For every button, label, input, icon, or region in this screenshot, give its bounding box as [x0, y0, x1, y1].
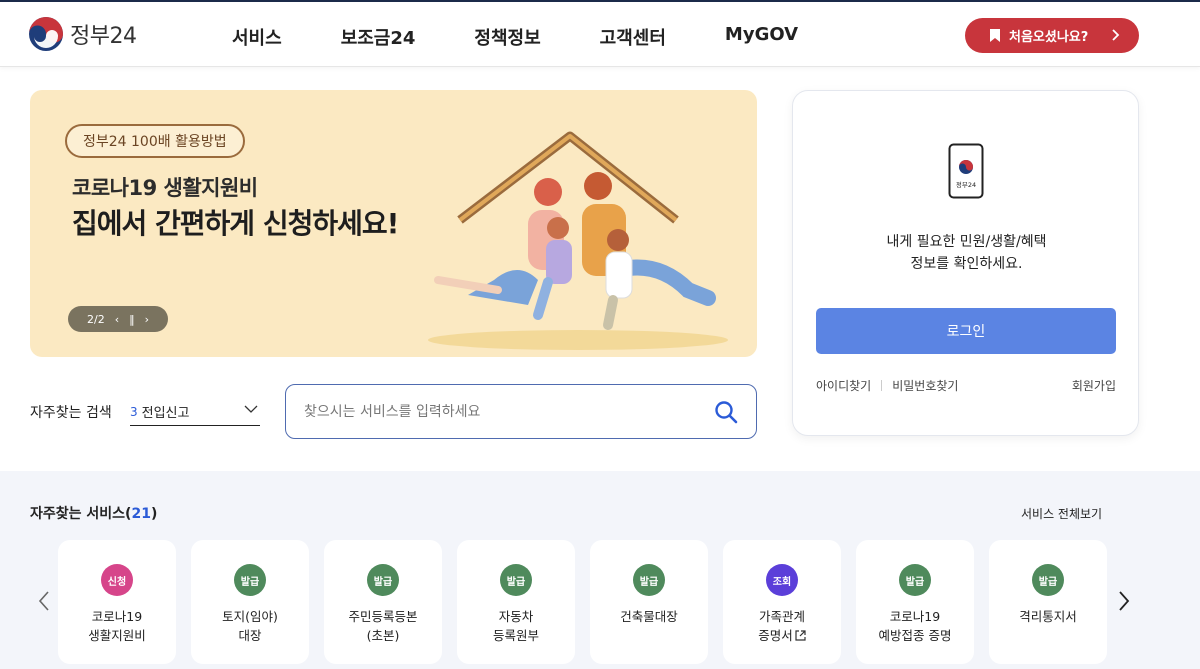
service-badge: 발급	[1032, 564, 1064, 596]
family-house-illustration	[428, 131, 728, 350]
banner-subtitle: 코로나19 생활지원비	[72, 176, 258, 200]
find-id-link[interactable]: 아이디찾기	[816, 377, 871, 394]
nav-item-services[interactable]: 서비스	[232, 24, 282, 50]
frequent-search-value: 전입신고	[141, 406, 190, 421]
login-message-line1: 내게 필요한 민원/생활/혜택	[886, 234, 1047, 250]
login-button[interactable]: 로그인	[816, 308, 1116, 354]
frequent-search-label: 자주찾는 검색	[30, 405, 112, 421]
service-badge: 발급	[234, 564, 266, 596]
banner-title: 집에서 간편하게 신청하세요!	[72, 207, 399, 240]
chevron-right-icon[interactable]	[1116, 589, 1132, 613]
service-card[interactable]: 발급 토지(임야) 대장	[191, 540, 309, 664]
main-nav: 서비스 보조금24 정책정보 고객센터 MyGOV	[232, 24, 857, 50]
find-password-link[interactable]: 비밀번호찾기	[892, 377, 958, 394]
mobile-phone-icon: 정부24	[948, 143, 984, 199]
banner-page-indicator: 2/2	[86, 312, 105, 326]
login-links: 아이디찾기 비밀번호찾기 회원가입	[816, 377, 1116, 394]
first-visit-button[interactable]: 처음오셨나요?	[965, 18, 1139, 53]
search-input[interactable]	[304, 399, 704, 425]
bookmark-icon	[990, 29, 1000, 42]
service-count: 21	[131, 506, 151, 522]
service-badge: 발급	[633, 564, 665, 596]
service-name: 격리통지서	[1019, 609, 1077, 624]
divider	[881, 380, 883, 391]
service-badge: 발급	[367, 564, 399, 596]
section-title: 자주찾는 서비스(21)	[30, 506, 158, 522]
service-badge: 신청	[101, 564, 133, 596]
nav-item-policy[interactable]: 정책정보	[474, 24, 540, 50]
service-name: 토지(임야) 대장	[222, 609, 278, 643]
search-icon[interactable]	[714, 400, 738, 424]
chevron-left-icon[interactable]	[36, 589, 52, 613]
chevron-left-icon[interactable]: ‹	[115, 313, 119, 326]
chevron-down-icon	[244, 405, 258, 413]
frequent-search-select[interactable]: 3 전입신고	[130, 398, 260, 426]
taegeuk-logo-icon	[29, 17, 63, 51]
service-card[interactable]: 발급 건축물대장	[590, 540, 708, 664]
login-message: 내게 필요한 민원/생활/혜택 정보를 확인하세요.	[793, 231, 1140, 275]
nav-item-subsidy24[interactable]: 보조금24	[341, 24, 416, 50]
header: 정부24 서비스 보조금24 정책정보 고객센터 MyGOV 처음오셨나요?	[0, 0, 1200, 67]
service-badge: 조회	[766, 564, 798, 596]
service-name: 가족관계 증명서	[758, 609, 806, 643]
frequent-services-section: 자주찾는 서비스(21) 서비스 전체보기 신청 코로나19 생활지원비 발급 토…	[0, 471, 1200, 669]
login-card: 정부24 내게 필요한 민원/생활/혜택 정보를 확인하세요. 로그인 아이디찾…	[792, 90, 1139, 436]
banner-pager: 2/2 ‹ ‖ ›	[68, 306, 168, 332]
service-name: 주민등록등본 (초본)	[348, 609, 418, 643]
service-name: 건축물대장	[620, 609, 678, 624]
phone-caption: 정부24	[956, 180, 976, 189]
pause-icon[interactable]: ‖	[129, 313, 135, 326]
nav-item-customer-center[interactable]: 고객센터	[600, 24, 666, 50]
banner-tag: 정부24 100배 활용방법	[65, 124, 245, 158]
signup-link[interactable]: 회원가입	[1072, 377, 1116, 394]
login-message-line2: 정보를 확인하세요.	[910, 256, 1023, 272]
logo-text: 정부24	[70, 24, 137, 49]
service-name: 코로나19 생활지원비	[88, 609, 146, 643]
service-name: 코로나19 예방접종 증명	[878, 609, 952, 643]
service-card[interactable]: 발급 주민등록등본 (초본)	[324, 540, 442, 664]
first-visit-label: 처음오셨나요?	[1009, 30, 1089, 45]
external-link-icon	[795, 630, 806, 641]
site-logo[interactable]: 정부24	[28, 16, 137, 52]
service-card[interactable]: 발급 자동차 등록원부	[457, 540, 575, 664]
promo-banner[interactable]: 정부24 100배 활용방법 코로나19 생활지원비 집에서 간편하게 신청하세…	[30, 90, 757, 357]
service-card[interactable]: 조회 가족관계 증명서	[723, 540, 841, 664]
service-badge: 발급	[899, 564, 931, 596]
view-all-services-link[interactable]: 서비스 전체보기	[1021, 505, 1102, 522]
service-name: 자동차 등록원부	[492, 609, 539, 643]
service-card[interactable]: 발급 격리통지서	[989, 540, 1107, 664]
search-box	[285, 384, 757, 439]
service-card[interactable]: 신청 코로나19 생활지원비	[58, 540, 176, 664]
nav-item-mygov[interactable]: MyGOV	[725, 24, 798, 50]
chevron-right-icon	[1112, 29, 1120, 41]
service-card[interactable]: 발급 코로나19 예방접종 증명	[856, 540, 974, 664]
frequent-search-rank: 3	[130, 404, 138, 419]
section-title-text: 자주찾는 서비스	[30, 506, 126, 522]
chevron-right-icon[interactable]: ›	[145, 313, 149, 326]
service-badge: 발급	[500, 564, 532, 596]
